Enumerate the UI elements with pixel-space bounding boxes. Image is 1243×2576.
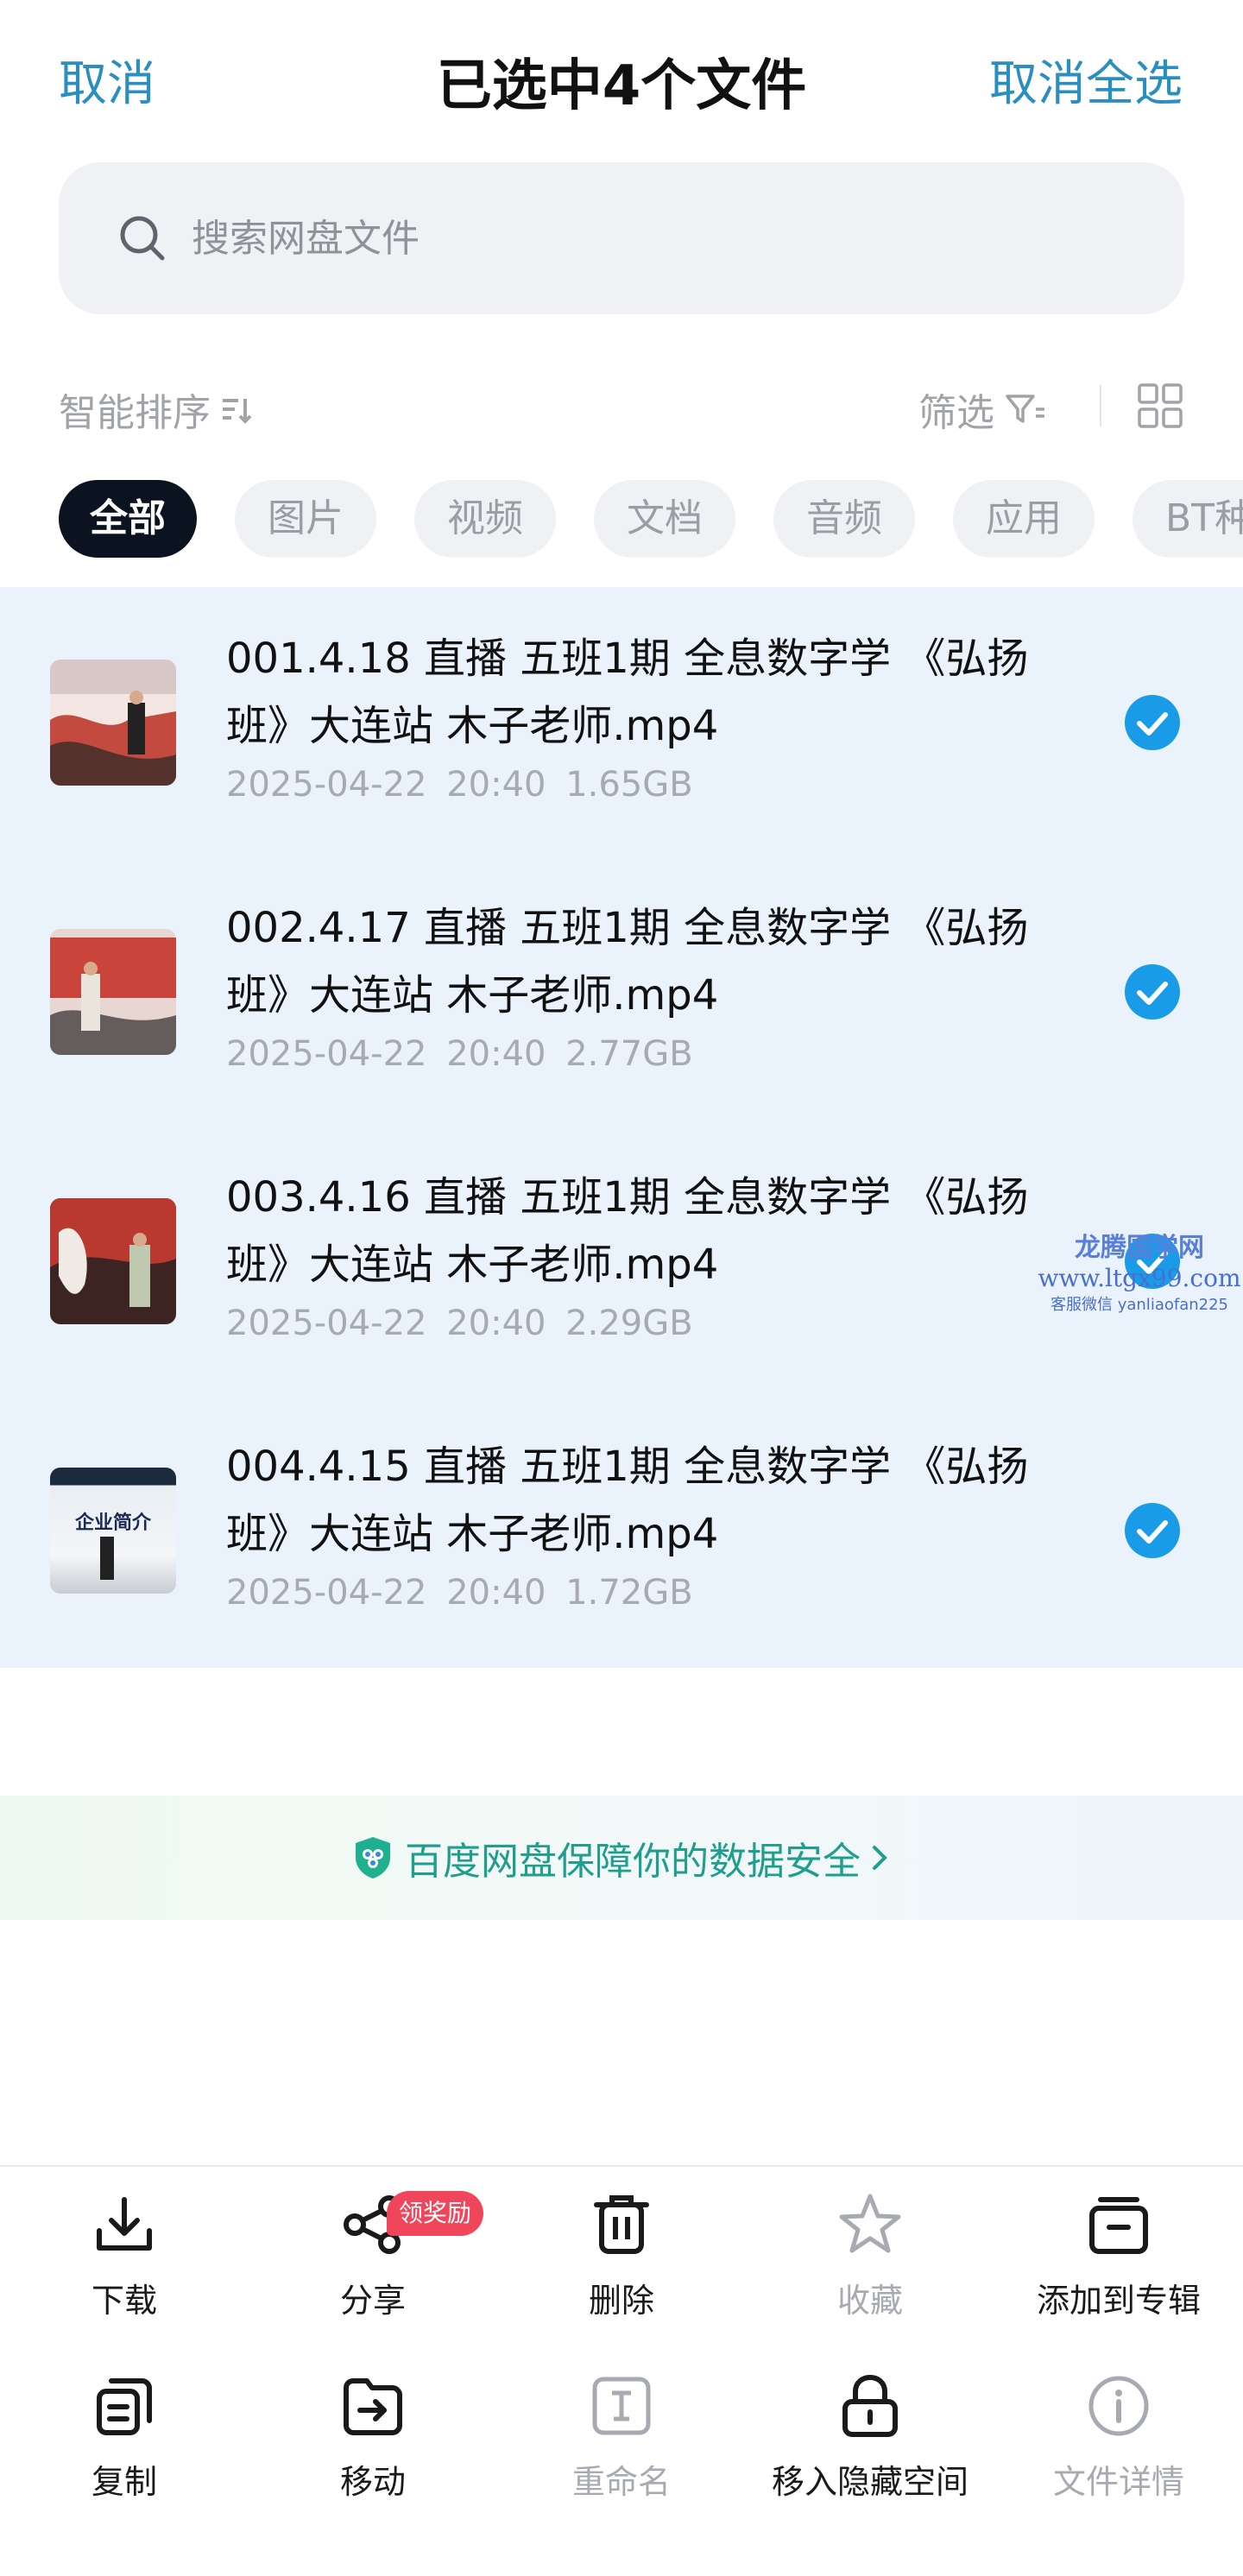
filter-icon bbox=[1006, 395, 1044, 423]
add-to-album-label: 添加到专辑 bbox=[1036, 2282, 1201, 2320]
watermark-line1: 龙腾国学网 bbox=[1075, 1233, 1204, 1263]
grid-view-icon[interactable] bbox=[1136, 382, 1184, 430]
copy-button[interactable]: 复制 bbox=[0, 2348, 249, 2521]
file-date: 2025-04-22 bbox=[226, 1573, 427, 1613]
checkbox-checked-icon[interactable] bbox=[1124, 694, 1181, 751]
search-bar[interactable] bbox=[59, 162, 1184, 314]
thumbnail-caption: 企业简介 bbox=[74, 1512, 151, 1534]
thumbnail-figure bbox=[100, 1537, 114, 1580]
file-date: 2025-04-22 bbox=[226, 1304, 427, 1343]
star-icon bbox=[839, 2194, 901, 2253]
file-size: 2.77GB bbox=[565, 1034, 693, 1074]
rename-label: 重命名 bbox=[571, 2463, 671, 2501]
file-row[interactable]: 001.4.18 直播 五班1期 全息数字学 《弘扬班》大连站 木子老师.mp4… bbox=[0, 587, 1243, 856]
file-name: 002.4.17 直播 五班1期 全息数字学 《弘扬班》大连站 木子老师.mp4 bbox=[226, 904, 1029, 1020]
file-details-label: 文件详情 bbox=[1052, 2463, 1184, 2501]
file-time: 20:40 bbox=[446, 1573, 546, 1613]
move-to-hidden-button[interactable]: 移入隐藏空间 bbox=[746, 2348, 994, 2521]
divider bbox=[1100, 385, 1101, 426]
watermark: 龙腾国学网 www.ltgx99.com 客服微信 yanliaofan225 bbox=[1036, 1226, 1243, 1315]
download-label: 下载 bbox=[91, 2282, 157, 2320]
lock-icon bbox=[842, 2374, 898, 2437]
delete-label: 删除 bbox=[588, 2282, 654, 2320]
move-button[interactable]: 移动 bbox=[249, 2348, 497, 2521]
video-thumbnail bbox=[50, 660, 176, 786]
file-time: 20:40 bbox=[446, 1304, 546, 1343]
file-meta: 2025-04-22 20:40 2.77GB bbox=[226, 1034, 693, 1074]
security-banner-text: 百度网盘保障你的数据安全 bbox=[405, 1840, 861, 1884]
trash-icon bbox=[594, 2195, 649, 2254]
download-icon bbox=[97, 2197, 152, 2251]
search-icon bbox=[120, 216, 165, 261]
album-icon bbox=[1089, 2197, 1148, 2254]
video-thumbnail bbox=[50, 1198, 176, 1324]
favorite-button[interactable]: 收藏 bbox=[746, 2167, 994, 2339]
checkbox-checked-icon[interactable] bbox=[1124, 1502, 1181, 1559]
chevron-right-icon bbox=[873, 1846, 887, 1870]
search-input[interactable] bbox=[192, 216, 969, 261]
move-folder-icon bbox=[344, 2378, 402, 2435]
file-size: 1.72GB bbox=[565, 1573, 693, 1613]
filter-label: 筛选 bbox=[918, 391, 994, 435]
bottom-action-bar: 下载 分享 领奖励 删除 收藏 添加到专辑 复制 移动 重命名 移入隐藏空间 文… bbox=[0, 2165, 1243, 2576]
shield-icon bbox=[356, 1837, 390, 1878]
tab-videos[interactable]: 视频 bbox=[414, 480, 556, 558]
file-meta: 2025-04-22 20:40 1.72GB bbox=[226, 1573, 693, 1613]
copy-icon bbox=[97, 2378, 152, 2435]
file-name: 001.4.18 直播 五班1期 全息数字学 《弘扬班》大连站 木子老师.mp4 bbox=[226, 635, 1029, 750]
sort-filter-row: 智能排序 筛选 bbox=[59, 373, 1184, 439]
file-meta: 2025-04-22 20:40 2.29GB bbox=[226, 1304, 693, 1343]
tab-images[interactable]: 图片 bbox=[235, 480, 376, 558]
category-tabs: 全部 图片 视频 文档 音频 应用 BT种 bbox=[59, 480, 1243, 559]
watermark-line3: 客服微信 yanliaofan225 bbox=[1051, 1296, 1228, 1314]
filter-button[interactable]: 筛选 bbox=[918, 382, 1046, 437]
share-label: 分享 bbox=[339, 2282, 406, 2320]
checkbox-checked-icon[interactable] bbox=[1124, 963, 1181, 1020]
file-date: 2025-04-22 bbox=[226, 765, 427, 805]
video-thumbnail bbox=[50, 929, 176, 1055]
file-row[interactable]: 002.4.17 直播 五班1期 全息数字学 《弘扬班》大连站 木子老师.mp4… bbox=[0, 856, 1243, 1126]
file-size: 1.65GB bbox=[565, 765, 693, 805]
file-time: 20:40 bbox=[446, 765, 546, 805]
video-thumbnail: 企业简介 bbox=[50, 1468, 176, 1594]
download-button[interactable]: 下载 bbox=[0, 2167, 249, 2339]
header: 取消 已选中4个文件 取消全选 bbox=[0, 0, 1243, 155]
copy-label: 复制 bbox=[91, 2463, 157, 2501]
page: 取消 已选中4个文件 取消全选 智能排序 筛选 bbox=[0, 0, 1243, 2576]
rename-icon bbox=[592, 2377, 651, 2435]
sort-label: 智能排序 bbox=[59, 391, 211, 435]
file-name: 004.4.15 直播 五班1期 全息数字学 《弘扬班》大连站 木子老师.mp4 bbox=[226, 1443, 1029, 1558]
move-label: 移动 bbox=[339, 2463, 406, 2501]
file-details-button[interactable]: 文件详情 bbox=[994, 2348, 1243, 2521]
file-meta: 2025-04-22 20:40 1.65GB bbox=[226, 765, 693, 805]
file-time: 20:40 bbox=[446, 1034, 546, 1074]
share-button[interactable]: 分享 领奖励 bbox=[249, 2167, 497, 2339]
sort-button[interactable]: 智能排序 bbox=[59, 382, 254, 437]
move-to-hidden-label: 移入隐藏空间 bbox=[771, 2463, 969, 2501]
file-list: 001.4.18 直播 五班1期 全息数字学 《弘扬班》大连站 木子老师.mp4… bbox=[0, 587, 1243, 1668]
favorite-label: 收藏 bbox=[836, 2282, 903, 2320]
file-name: 003.4.16 直播 五班1期 全息数字学 《弘扬班》大连站 木子老师.mp4 bbox=[226, 1173, 1029, 1289]
rename-button[interactable]: 重命名 bbox=[497, 2348, 746, 2521]
file-size: 2.29GB bbox=[565, 1304, 693, 1343]
sort-icon bbox=[223, 399, 252, 424]
security-banner[interactable]: 百度网盘保障你的数据安全 bbox=[0, 1796, 1243, 1920]
tab-apps[interactable]: 应用 bbox=[953, 480, 1095, 558]
add-to-album-button[interactable]: 添加到专辑 bbox=[994, 2167, 1243, 2339]
tab-bt[interactable]: BT种 bbox=[1133, 480, 1243, 558]
file-row[interactable]: 企业简介 004.4.15 直播 五班1期 全息数字学 《弘扬班》大连站 木子老… bbox=[0, 1395, 1243, 1664]
file-date: 2025-04-22 bbox=[226, 1034, 427, 1074]
tab-documents[interactable]: 文档 bbox=[594, 480, 735, 558]
info-icon bbox=[1088, 2376, 1149, 2436]
delete-button[interactable]: 删除 bbox=[497, 2167, 746, 2339]
tab-all[interactable]: 全部 bbox=[59, 480, 197, 558]
watermark-line2: www.ltgx99.com bbox=[1038, 1264, 1241, 1292]
tab-audio[interactable]: 音频 bbox=[773, 480, 915, 558]
reward-badge: 领奖励 bbox=[387, 2191, 484, 2236]
deselect-all-button[interactable]: 取消全选 bbox=[989, 45, 1183, 115]
